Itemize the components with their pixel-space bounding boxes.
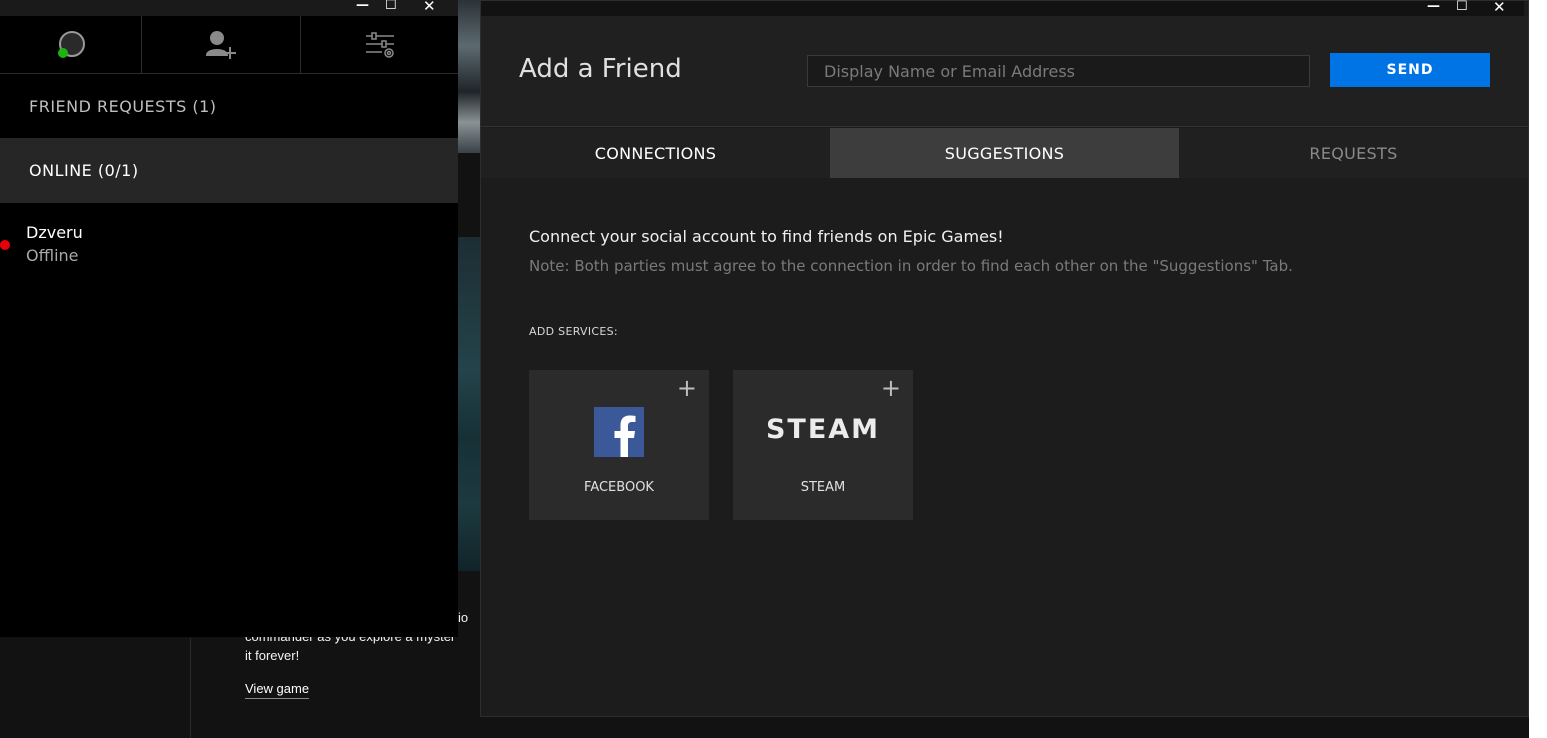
store-divider <box>190 638 191 738</box>
game-artwork-top <box>458 0 480 153</box>
add-friend-icon <box>206 31 236 59</box>
connect-note: Note: Both parties must agree to the con… <box>529 257 1293 275</box>
page-title: Add a Friend <box>519 54 682 84</box>
close-button[interactable]: ✕ <box>423 0 436 14</box>
add-plus-icon: + <box>880 374 901 402</box>
tab-suggestions[interactable]: SUGGESTIONS <box>830 128 1179 178</box>
offline-status-dot <box>0 240 10 250</box>
steam-service-card[interactable]: + STEAM STEAM <box>733 370 913 520</box>
settings-button[interactable] <box>301 16 458 74</box>
minimize-button[interactable]: — <box>1427 0 1440 13</box>
friends-toolbar <box>0 16 458 74</box>
friend-status: Offline <box>26 246 79 265</box>
search-input[interactable] <box>807 55 1310 87</box>
minimize-button[interactable]: — <box>356 0 369 12</box>
facebook-service-label: FACEBOOK <box>584 480 654 495</box>
view-game-link[interactable]: View game <box>245 681 310 699</box>
steam-service-label: STEAM <box>800 480 846 495</box>
settings-icon <box>365 32 394 58</box>
facebook-service-card[interactable]: + FACEBOOK <box>529 370 709 520</box>
facebook-icon <box>594 407 644 457</box>
friend-list-item[interactable]: Dzveru Offline <box>0 220 458 270</box>
online-header[interactable]: ONLINE (0/1) <box>0 138 458 203</box>
maximize-button[interactable]: ☐ <box>385 0 397 12</box>
friends-panel: — ☐ ✕ FRIEND REQUESTS (1) ONLINE (0/1) D… <box>0 0 458 637</box>
game-description-line3: it forever! <box>245 648 300 663</box>
close-button[interactable]: ✕ <box>1493 0 1506 15</box>
suggestions-content: Connect your social account to find frie… <box>481 178 1528 716</box>
friend-requests-header[interactable]: FRIEND REQUESTS (1) <box>0 75 458 137</box>
add-plus-icon: + <box>676 374 697 402</box>
connect-heading: Connect your social account to find frie… <box>529 227 1004 246</box>
add-friend-header: Add a Friend SEND <box>481 16 1528 127</box>
steam-logo: STEAM <box>765 414 881 445</box>
status-button[interactable] <box>0 16 142 74</box>
tab-requests[interactable]: REQUESTS <box>1179 128 1528 178</box>
add-services-label: ADD SERVICES: <box>529 325 618 338</box>
send-button[interactable]: SEND <box>1330 53 1490 87</box>
friend-name: Dzveru <box>26 223 83 242</box>
maximize-button[interactable]: ☐ <box>1456 0 1468 13</box>
game-artwork-bottom <box>458 237 480 571</box>
status-icon <box>57 31 85 58</box>
friends-titlebar: — ☐ ✕ <box>0 0 458 16</box>
add-friend-titlebar: — ☐ ✕ <box>481 0 1524 16</box>
tab-bar: CONNECTIONS SUGGESTIONS REQUESTS <box>481 128 1528 178</box>
add-friend-button[interactable] <box>142 16 301 74</box>
add-friend-window: — ☐ ✕ Add a Friend SEND CONNECTIONS SUGG… <box>480 0 1529 717</box>
tab-connections[interactable]: CONNECTIONS <box>481 128 830 178</box>
